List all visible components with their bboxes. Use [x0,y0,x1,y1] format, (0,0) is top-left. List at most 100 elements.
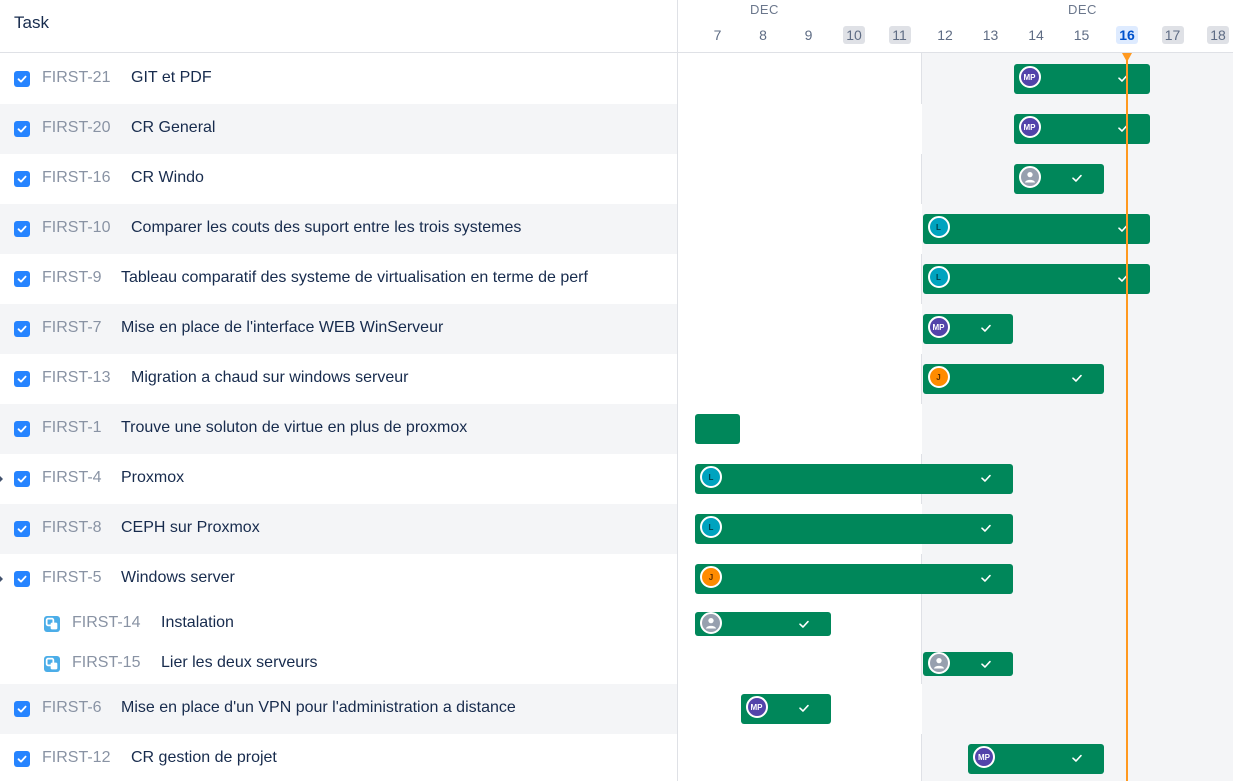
task-bar[interactable]: J [922,364,1104,394]
task-row[interactable]: FIRST-13 Migration a chaud sur windows se… [0,354,677,404]
assignee-avatar[interactable]: J [927,366,950,388]
subtask-type-icon [44,656,60,672]
issue-summary[interactable]: CEPH sur Proxmox [121,519,260,537]
timeline-row: MP [678,684,1233,734]
issue-summary[interactable]: Mise en place d'un VPN pour l'administra… [121,699,516,717]
issue-key[interactable]: FIRST-6 [42,699,102,717]
issue-key[interactable]: FIRST-15 [72,654,140,672]
task-bar[interactable]: L [922,214,1150,244]
issue-summary[interactable]: Windows server [121,569,235,587]
issue-summary[interactable]: Proxmox [121,469,184,487]
timeline-row [678,154,1233,204]
issue-key[interactable]: FIRST-1 [42,419,102,437]
assignee-avatar[interactable]: J [700,566,722,588]
issue-summary[interactable]: Mise en place de l'interface WEB WinServ… [121,319,443,337]
timeline-row: L [678,204,1233,254]
task-checkbox-icon[interactable] [14,121,30,137]
task-checkbox-icon[interactable] [14,371,30,387]
assignee-avatar[interactable]: L [927,216,950,238]
assignee-avatar[interactable]: MP [1018,66,1041,88]
task-list-header: Task [0,0,677,53]
unassigned-avatar-icon[interactable] [927,652,950,674]
task-row[interactable]: FIRST-8 CEPH sur Proxmox [0,504,677,554]
expand-caret-icon[interactable] [0,476,3,482]
subtask-row[interactable]: FIRST-14 Instalation [0,604,677,644]
unassigned-avatar-icon[interactable] [700,612,722,634]
task-row[interactable]: FIRST-20 CR General [0,104,677,154]
task-row[interactable]: FIRST-6 Mise en place d'un VPN pour l'adm… [0,684,677,734]
issue-key[interactable]: FIRST-9 [42,269,102,287]
issue-summary[interactable]: CR General [131,119,215,137]
issue-key[interactable]: FIRST-4 [42,469,102,487]
task-bar[interactable]: MP [922,314,1013,344]
issue-key[interactable]: FIRST-5 [42,569,102,587]
task-bar[interactable]: MP [1013,114,1150,144]
task-checkbox-icon[interactable] [14,471,30,487]
task-bar[interactable]: L [922,264,1150,294]
issue-summary[interactable]: Trouve une soluton de virtue en plus de … [121,419,467,437]
task-bar[interactable]: MP [968,744,1104,774]
task-checkbox-icon[interactable] [14,701,30,717]
month-label: DEC [1068,2,1097,17]
task-bar[interactable] [695,612,831,636]
issue-key[interactable]: FIRST-8 [42,519,102,537]
issue-key[interactable]: FIRST-14 [72,614,140,632]
task-bar[interactable] [922,652,1013,676]
timeline-row: L [678,454,1233,504]
done-check-icon [797,617,811,631]
task-checkbox-icon[interactable] [14,521,30,537]
task-bar[interactable]: J [695,564,1013,594]
task-row[interactable]: FIRST-9 Tableau comparatif des systeme de… [0,254,677,304]
issue-summary[interactable]: Tableau comparatif des systeme de virtua… [121,269,588,287]
task-bar[interactable]: L [695,464,1013,494]
issue-key[interactable]: FIRST-12 [42,749,110,767]
task-checkbox-icon[interactable] [14,271,30,287]
assignee-avatar[interactable]: MP [1018,116,1041,138]
task-row[interactable]: FIRST-12 CR gestion de projet [0,734,677,781]
issue-key[interactable]: FIRST-7 [42,319,102,337]
timeline-row: MP [678,104,1233,154]
panel-divider[interactable] [677,0,678,781]
task-row[interactable]: FIRST-16 CR Windo [0,154,677,204]
issue-summary[interactable]: Lier les deux serveurs [161,654,318,672]
task-row[interactable]: FIRST-21 GIT et PDF [0,54,677,104]
task-row[interactable]: FIRST-10 Comparer les couts des suport en… [0,204,677,254]
task-checkbox-icon[interactable] [14,421,30,437]
task-checkbox-icon[interactable] [14,171,30,187]
task-bar[interactable] [1013,164,1104,194]
issue-key[interactable]: FIRST-16 [42,169,110,187]
issue-key[interactable]: FIRST-10 [42,219,110,237]
assignee-avatar[interactable]: MP [745,696,768,718]
task-bar[interactable]: L [695,514,1013,544]
issue-summary[interactable]: GIT et PDF [131,69,212,87]
task-bar[interactable]: MP [740,694,831,724]
task-checkbox-icon[interactable] [14,221,30,237]
assignee-avatar[interactable]: MP [927,316,950,338]
issue-key[interactable]: FIRST-20 [42,119,110,137]
task-checkbox-icon[interactable] [14,71,30,87]
issue-summary[interactable]: Comparer les couts des suport entre les … [131,219,521,237]
task-checkbox-icon[interactable] [14,571,30,587]
issue-key[interactable]: FIRST-21 [42,69,110,87]
unassigned-avatar-icon[interactable] [1018,166,1041,188]
task-row[interactable]: FIRST-1 Trouve une soluton de virtue en p… [0,404,677,454]
task-checkbox-icon[interactable] [14,321,30,337]
day-label: 13 [982,27,999,43]
task-row[interactable]: FIRST-5 Windows server [0,554,677,604]
task-bar[interactable]: MP [1013,64,1150,94]
task-bar[interactable] [695,414,740,444]
task-row[interactable]: FIRST-7 Mise en place de l'interface WEB … [0,304,677,354]
assignee-avatar[interactable]: MP [973,746,995,768]
assignee-avatar[interactable]: L [700,466,722,488]
issue-key[interactable]: FIRST-13 [42,369,110,387]
assignee-avatar[interactable]: L [700,516,722,538]
task-row[interactable]: FIRST-4 Proxmox [0,454,677,504]
issue-summary[interactable]: Migration a chaud sur windows serveur [131,369,408,387]
issue-summary[interactable]: CR gestion de projet [131,749,277,767]
expand-caret-icon[interactable] [0,576,3,582]
task-checkbox-icon[interactable] [14,751,30,767]
issue-summary[interactable]: Instalation [161,614,234,632]
issue-summary[interactable]: CR Windo [131,169,204,187]
subtask-row[interactable]: FIRST-15 Lier les deux serveurs [0,644,677,684]
assignee-avatar[interactable]: L [927,266,950,288]
